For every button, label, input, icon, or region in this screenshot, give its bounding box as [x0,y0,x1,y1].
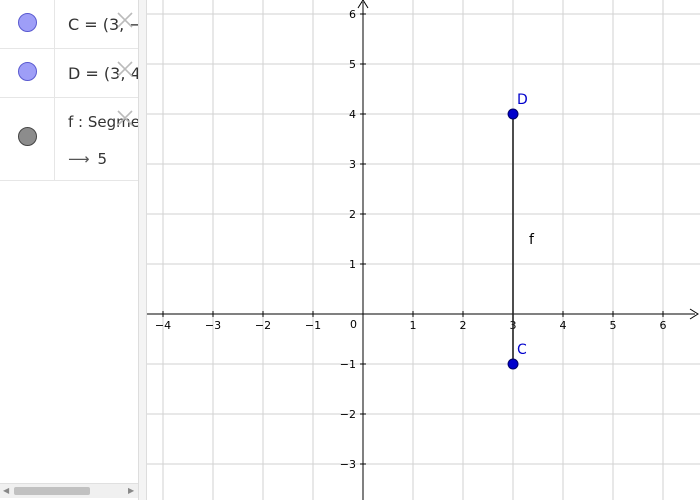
segment-f-value-line: ⟶ 5 [68,150,107,168]
y-tick-label: 6 [349,8,356,21]
axes [147,0,699,500]
point-d-marble-icon[interactable] [18,62,37,81]
y-tick-label: −1 [340,358,356,371]
segment-f-marble-icon[interactable] [18,127,37,146]
scrollbar-thumb[interactable] [14,487,90,495]
segment-f-value: 5 [97,150,108,168]
point-c-label[interactable]: C [517,342,527,358]
x-tick-label: 2 [460,319,467,332]
visibility-toggle[interactable] [0,98,55,180]
algebra-item-point-d[interactable]: D = (3, 4) [0,49,140,98]
y-tick-label: 3 [349,158,356,171]
y-tick-label: −3 [340,458,356,471]
point-d-label[interactable]: D [517,92,528,108]
y-tick-label: 1 [349,258,356,271]
visibility-toggle[interactable] [0,49,55,97]
scroll-right-icon[interactable]: ▶ [128,486,134,495]
x-tick-label: −3 [205,319,221,332]
algebra-view: C = (3, −1) D = (3, 4) f : Segment(C, D)… [0,0,140,500]
view-splitter[interactable] [138,0,147,500]
x-tick-label: 4 [560,319,567,332]
close-icon[interactable] [113,8,137,32]
y-tick-label: 2 [349,208,356,221]
y-tick-label: 5 [349,58,356,71]
graphics-view[interactable]: −4 −3 −2 −1 1 2 3 4 5 6 6 5 4 3 2 1 −1 −2 −3 0 f C D [147,0,700,500]
x-tick-label: 5 [610,319,617,332]
algebra-item-segment-f[interactable]: f : Segment(C, D) ⟶5 [0,98,140,181]
horizontal-scrollbar[interactable]: ◀ ▶ [0,483,139,498]
scroll-left-icon[interactable]: ◀ [3,486,9,495]
coordinate-plane[interactable]: −4 −3 −2 −1 1 2 3 4 5 6 6 5 4 3 2 1 −1 −2 −3 0 f C D [147,0,700,500]
origin-label: 0 [350,318,357,331]
grid [147,0,700,500]
close-icon[interactable] [113,57,137,81]
point-c-marble-icon[interactable] [18,13,37,32]
point-c[interactable] [507,358,519,370]
point-d[interactable] [507,108,519,120]
segment-f-label[interactable]: f [529,232,535,248]
x-tick-label: 1 [410,319,417,332]
x-tick-label: −2 [255,319,271,332]
algebra-item-point-c[interactable]: C = (3, −1) [0,0,140,49]
y-tick-label: 4 [349,108,356,121]
arrow-right-icon: ⟶ [68,150,90,168]
y-tick-label: −2 [340,408,356,421]
visibility-toggle[interactable] [0,0,55,48]
close-icon[interactable] [113,106,137,130]
x-tick-label: −4 [155,319,171,332]
y-tick-labels: 6 5 4 3 2 1 −1 −2 −3 [340,8,366,471]
x-tick-label: 6 [660,319,667,332]
x-tick-label: −1 [305,319,321,332]
